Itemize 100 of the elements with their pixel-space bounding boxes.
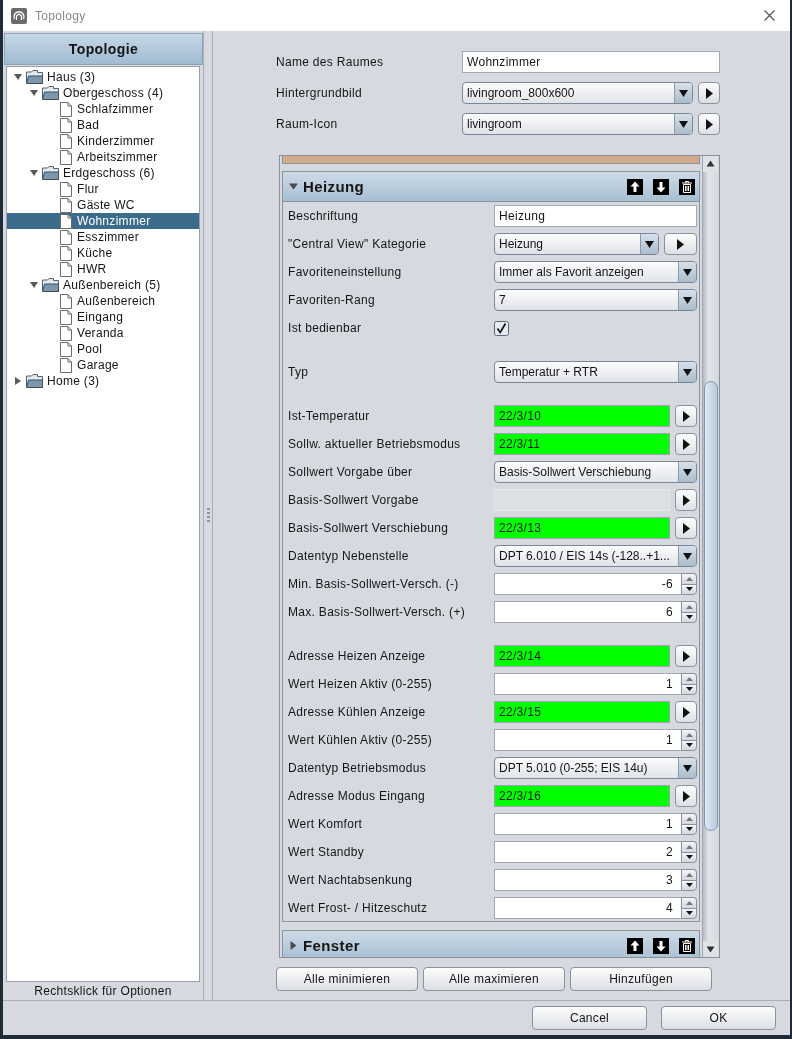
tree-item[interactable]: HWR: [7, 261, 199, 277]
arrow-button[interactable]: [675, 517, 697, 539]
field-label: Wert Heizen Aktiv (0-255): [288, 677, 433, 691]
move-up-icon[interactable]: [627, 937, 643, 954]
close-icon[interactable]: [764, 10, 775, 21]
number-field[interactable]: 1: [494, 673, 681, 695]
action-button[interactable]: Alle minimieren: [276, 967, 418, 991]
trash-icon[interactable]: [679, 937, 695, 954]
down-arrow-icon: [685, 883, 693, 888]
spin-up-button[interactable]: [681, 729, 697, 740]
section-header[interactable]: Fenster: [283, 931, 699, 957]
tree-item[interactable]: Flur: [7, 181, 199, 197]
right-arrow-icon: [682, 790, 690, 802]
expander-icon[interactable]: [30, 169, 38, 177]
number-field[interactable]: 2: [494, 841, 681, 863]
dropdown[interactable]: DPT 6.010 / EIS 14s (-128..+1...: [494, 545, 697, 567]
spin-up-button[interactable]: [681, 601, 697, 612]
scroll-down-icon[interactable]: [703, 941, 718, 957]
dropdown[interactable]: Heizung: [494, 233, 659, 255]
tree-item[interactable]: Arbeitszimmer: [7, 149, 199, 165]
spin-up-button[interactable]: [681, 897, 697, 908]
tree-item[interactable]: Gäste WC: [7, 197, 199, 213]
text-field[interactable]: Heizung: [494, 205, 697, 227]
tree-item[interactable]: Außenbereich (5): [7, 277, 199, 293]
spin-up-button[interactable]: [681, 573, 697, 584]
spin-up-button[interactable]: [681, 841, 697, 852]
number-field[interactable]: 1: [494, 729, 681, 751]
address-field[interactable]: 22/3/16: [494, 785, 670, 807]
address-field[interactable]: 22/3/11: [494, 433, 670, 455]
address-field[interactable]: 22/3/10: [494, 405, 670, 427]
expander-icon[interactable]: [289, 182, 298, 191]
dropdown[interactable]: Basis-Sollwert Verschiebung: [494, 461, 697, 483]
move-down-icon[interactable]: [653, 178, 669, 195]
tree-item[interactable]: Kinderzimmer: [7, 133, 199, 149]
tree-item[interactable]: Wohnzimmer: [7, 213, 199, 229]
scrollbar-track[interactable]: [702, 156, 719, 957]
number-field[interactable]: 6: [494, 601, 681, 623]
field-label: Wert Nachtabsenkung: [288, 873, 414, 887]
arrow-button[interactable]: [675, 433, 697, 455]
number-field[interactable]: 4: [494, 897, 681, 919]
tree-item[interactable]: Schlafzimmer: [7, 101, 199, 117]
document-icon: [60, 197, 72, 213]
scroll-up-icon[interactable]: [703, 156, 718, 172]
expander-icon[interactable]: [14, 73, 22, 81]
dropdown[interactable]: Immer als Favorit anzeigen: [494, 261, 697, 283]
arrow-button[interactable]: [698, 82, 720, 104]
tree-item[interactable]: Veranda: [7, 325, 199, 341]
tree-item[interactable]: Home (3): [7, 373, 199, 389]
tree-item[interactable]: Obergeschoss (4): [7, 85, 199, 101]
arrow-button[interactable]: [698, 113, 720, 135]
checkbox[interactable]: [494, 320, 509, 336]
arrow-button[interactable]: [675, 489, 697, 511]
document-icon: [60, 149, 72, 165]
spin-up-button[interactable]: [681, 673, 697, 684]
number-field[interactable]: -6: [494, 573, 681, 595]
arrow-button[interactable]: [675, 785, 697, 807]
dropdown[interactable]: livingroom_800x600: [462, 82, 693, 104]
address-field[interactable]: 22/3/15: [494, 701, 670, 723]
tree-item[interactable]: Pool: [7, 341, 199, 357]
grip-icon: [206, 508, 210, 523]
expander-icon[interactable]: [30, 281, 38, 289]
tree-item[interactable]: Erdgeschoss (6): [7, 165, 199, 181]
scrollbar-thumb[interactable]: [704, 380, 718, 831]
spin-up-button[interactable]: [681, 813, 697, 824]
spin-up-button[interactable]: [681, 869, 697, 880]
dropdown[interactable]: livingroom: [462, 113, 693, 135]
expander-icon[interactable]: [30, 89, 38, 97]
tree-item[interactable]: Außenbereich: [7, 293, 199, 309]
tree-item[interactable]: Esszimmer: [7, 229, 199, 245]
tree-item[interactable]: Haus (3): [7, 69, 199, 85]
tree-item[interactable]: Garage: [7, 357, 199, 373]
arrow-button[interactable]: [675, 645, 697, 667]
dropdown[interactable]: DPT 5.010 (0-255; EIS 14u): [494, 757, 697, 779]
dropdown[interactable]: Temperatur + RTR: [494, 361, 697, 383]
text-field[interactable]: Wohnzimmer: [462, 51, 720, 73]
dialog-button[interactable]: Cancel: [532, 1006, 647, 1030]
action-button[interactable]: Alle maximieren: [423, 967, 565, 991]
arrow-button[interactable]: [664, 233, 697, 255]
document-icon: [60, 341, 72, 357]
expander-icon[interactable]: [14, 377, 22, 385]
arrow-button[interactable]: [675, 405, 697, 427]
expander-icon[interactable]: [289, 941, 298, 950]
move-up-icon[interactable]: [627, 178, 643, 195]
number-field[interactable]: 3: [494, 869, 681, 891]
dropdown[interactable]: 7: [494, 289, 697, 311]
address-field[interactable]: 22/3/14: [494, 645, 670, 667]
arrow-button[interactable]: [675, 701, 697, 723]
panel-header: Topologie: [4, 33, 203, 65]
tree-item[interactable]: Eingang: [7, 309, 199, 325]
tree-item[interactable]: Bad: [7, 117, 199, 133]
number-field[interactable]: 1: [494, 813, 681, 835]
address-field[interactable]: 22/3/13: [494, 517, 670, 539]
field-label: Hintergrundbild: [276, 86, 363, 100]
move-down-icon[interactable]: [653, 937, 669, 954]
action-button[interactable]: Hinzufügen: [570, 967, 712, 991]
folder-icon: [42, 278, 59, 292]
tree-item[interactable]: Küche: [7, 245, 199, 261]
section-header[interactable]: Heizung: [283, 172, 699, 202]
trash-icon[interactable]: [679, 178, 695, 195]
dialog-button[interactable]: OK: [661, 1006, 776, 1030]
